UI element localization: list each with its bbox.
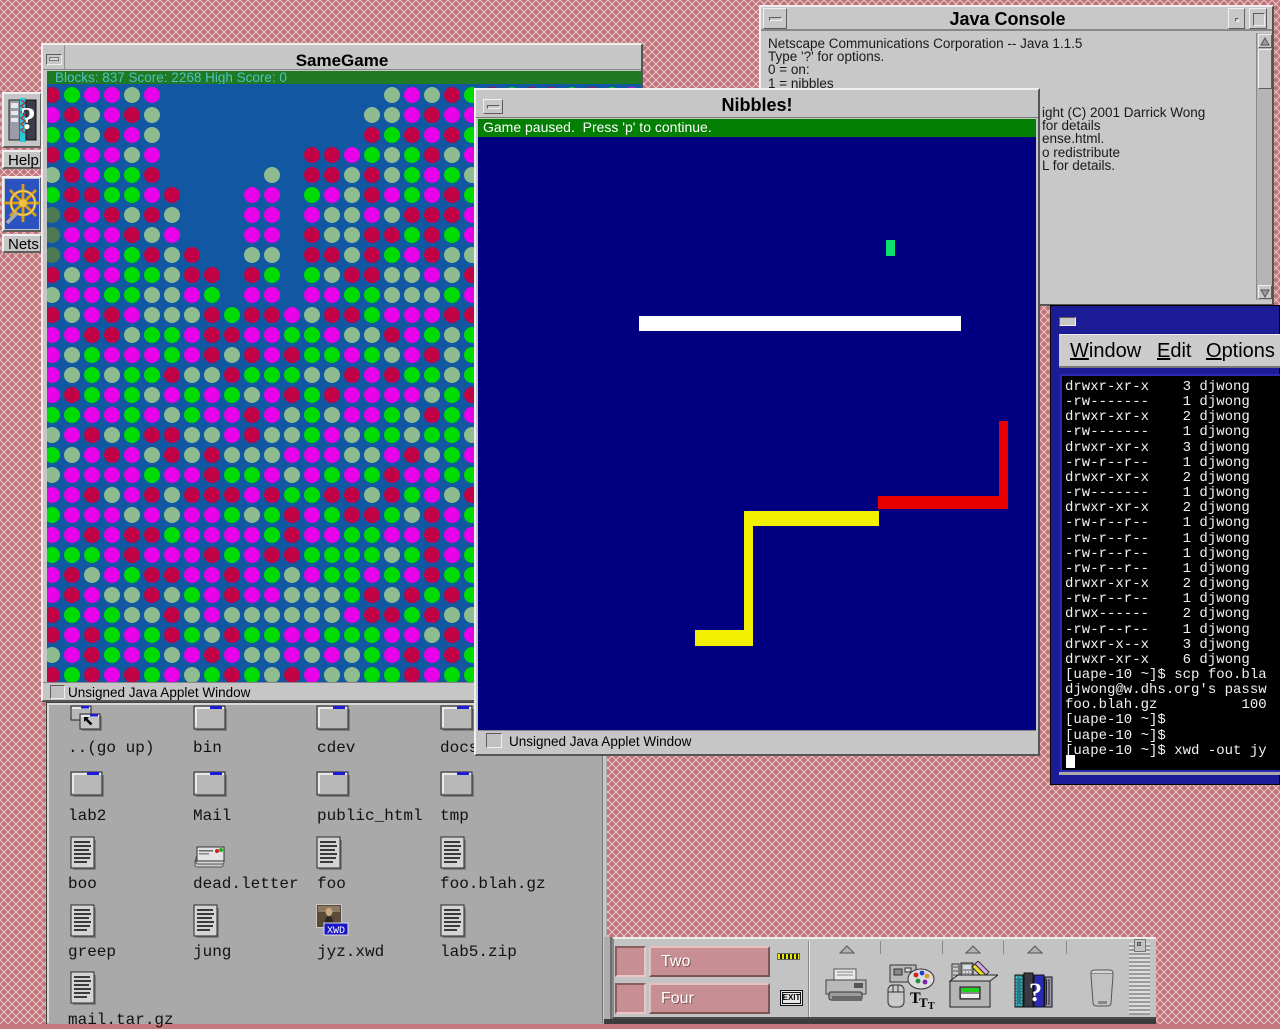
svg-text:?: ?	[1029, 978, 1042, 1007]
svg-text:T: T	[919, 995, 928, 1010]
svg-text:XWD: XWD	[327, 926, 345, 937]
svg-text:T: T	[928, 1001, 935, 1011]
